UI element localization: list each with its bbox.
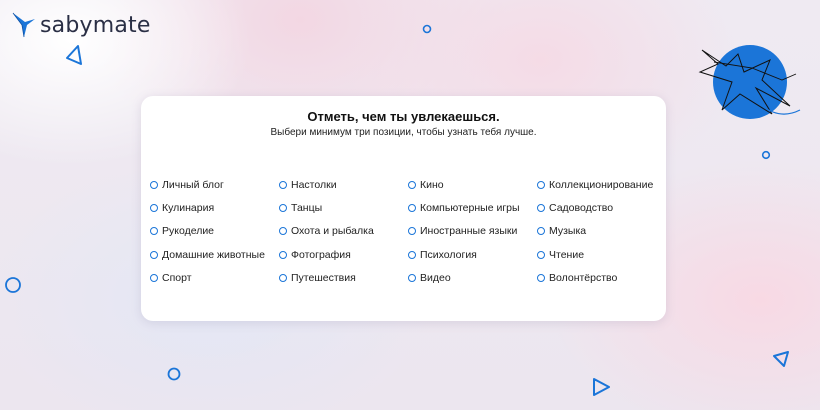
radio-icon[interactable] bbox=[537, 273, 545, 282]
brand-name: sabymate bbox=[40, 12, 151, 38]
circle-deco-icon bbox=[422, 24, 432, 34]
interest-option[interactable]: Личный блог bbox=[150, 173, 279, 196]
interest-option[interactable]: Кулинария bbox=[150, 196, 279, 219]
radio-icon[interactable] bbox=[408, 273, 416, 282]
triangle-deco-icon bbox=[66, 45, 82, 65]
logo: sabymate bbox=[12, 12, 151, 38]
interests-card: Отметь, чем ты увлекаешься. Выбери миним… bbox=[141, 96, 666, 321]
radio-icon[interactable] bbox=[408, 227, 416, 236]
card-subtitle: Выбери минимум три позиции, чтобы узнать… bbox=[270, 127, 537, 138]
interest-option[interactable]: Коллекционирование bbox=[537, 173, 666, 196]
radio-icon[interactable] bbox=[150, 203, 158, 212]
interest-option[interactable]: Садоводство bbox=[537, 196, 666, 219]
radio-icon[interactable] bbox=[408, 180, 416, 189]
radio-icon[interactable] bbox=[279, 273, 287, 282]
triangle-deco-icon bbox=[593, 378, 610, 396]
radio-icon[interactable] bbox=[279, 180, 287, 189]
radio-icon[interactable] bbox=[150, 180, 158, 189]
radio-icon[interactable] bbox=[279, 203, 287, 212]
interest-option[interactable]: Волонтёрство bbox=[537, 266, 666, 289]
interest-option[interactable]: Музыка bbox=[537, 220, 666, 243]
interest-option[interactable]: Настолки bbox=[279, 173, 408, 196]
interest-option[interactable]: Чтение bbox=[537, 243, 666, 266]
interest-option[interactable]: Компьютерные игры bbox=[408, 196, 537, 219]
radio-icon[interactable] bbox=[150, 227, 158, 236]
radio-icon[interactable] bbox=[150, 273, 158, 282]
radio-icon[interactable] bbox=[279, 250, 287, 259]
radio-icon[interactable] bbox=[537, 180, 545, 189]
interest-option[interactable]: Охота и рыбалка bbox=[279, 220, 408, 243]
interest-option[interactable]: Психология bbox=[408, 243, 537, 266]
interest-option[interactable]: Кино bbox=[408, 173, 537, 196]
interest-option[interactable]: Путешествия bbox=[279, 266, 408, 289]
radio-icon[interactable] bbox=[408, 203, 416, 212]
radio-icon[interactable] bbox=[408, 250, 416, 259]
circle-deco-icon bbox=[5, 277, 21, 293]
circle-deco-icon bbox=[167, 367, 181, 381]
interest-option[interactable]: Спорт bbox=[150, 266, 279, 289]
interest-option[interactable]: Рукоделие bbox=[150, 220, 279, 243]
circle-deco-icon bbox=[761, 150, 771, 160]
radio-icon[interactable] bbox=[279, 227, 287, 236]
radio-icon[interactable] bbox=[537, 227, 545, 236]
interest-option[interactable]: Видео bbox=[408, 266, 537, 289]
radio-icon[interactable] bbox=[537, 250, 545, 259]
interest-option[interactable]: Фотография bbox=[279, 243, 408, 266]
interest-option[interactable]: Танцы bbox=[279, 196, 408, 219]
bird-logo-icon bbox=[12, 12, 35, 38]
interests-grid: Личный блог Настолки Кино Коллекциониров… bbox=[150, 173, 666, 289]
triangle-deco-icon bbox=[773, 351, 789, 367]
card-title: Отметь, чем ты увлекаешься. bbox=[307, 109, 500, 124]
interest-option[interactable]: Домашние животные bbox=[150, 243, 279, 266]
interest-option[interactable]: Иностранные языки bbox=[408, 220, 537, 243]
circle-lineart-deco-icon bbox=[698, 45, 801, 119]
radio-icon[interactable] bbox=[537, 203, 545, 212]
radio-icon[interactable] bbox=[150, 250, 158, 259]
